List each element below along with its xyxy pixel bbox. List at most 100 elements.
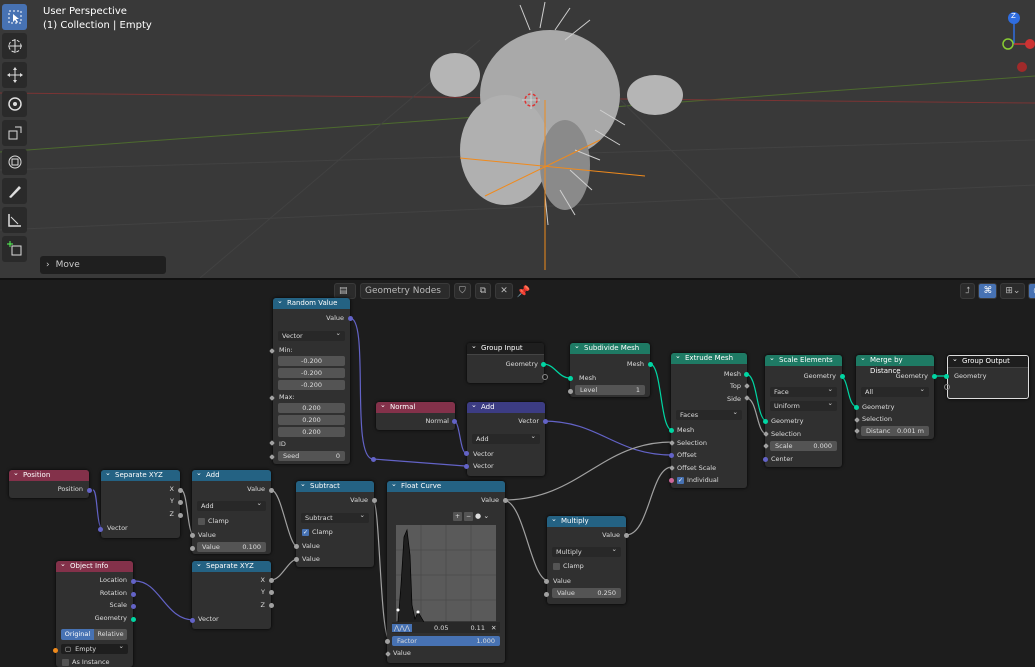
socket[interactable] [190, 546, 195, 551]
level-field[interactable]: Level 1 [575, 385, 645, 395]
operation-dropdown[interactable]: Multiply [552, 545, 621, 557]
operation-dropdown[interactable]: Subtract [301, 511, 369, 523]
socket[interactable] [763, 457, 768, 462]
socket[interactable] [178, 513, 183, 518]
point-x[interactable]: 0.05 [434, 624, 448, 632]
socket[interactable] [178, 500, 183, 505]
socket[interactable] [371, 457, 376, 462]
scale-field[interactable]: Scale 0.000 [770, 441, 837, 451]
socket[interactable] [294, 557, 299, 562]
zoom-out-icon[interactable]: − [464, 512, 473, 521]
factor-field[interactable]: Factor 1.000 [392, 636, 500, 646]
socket[interactable] [98, 527, 103, 532]
min-x-field[interactable]: -0.200 [278, 356, 345, 366]
socket[interactable] [944, 374, 949, 379]
socket[interactable] [542, 374, 548, 380]
operation-dropdown[interactable]: Add [472, 432, 540, 444]
mode-dropdown[interactable]: Faces [676, 408, 742, 420]
node-normal[interactable]: Normal Normal [376, 402, 455, 430]
node-header[interactable]: Subtract [296, 481, 374, 492]
individual-checkbox[interactable]: ✓ Individual [677, 476, 719, 484]
node-header[interactable]: Group Input [467, 343, 544, 355]
node-header[interactable]: Object Info [56, 561, 133, 572]
socket[interactable] [854, 405, 859, 410]
curve-options-icon[interactable]: ● ⌄ [475, 512, 489, 521]
socket[interactable] [669, 428, 674, 433]
node-float-curve[interactable]: Float Curve Value + − ● ⌄ ⋀⋀⋀ 0.05 0.11 … [387, 481, 505, 663]
original-button[interactable]: Original [61, 629, 94, 640]
node-header[interactable]: Add [192, 470, 271, 481]
socket[interactable] [269, 603, 274, 608]
socket[interactable] [840, 374, 845, 379]
node-merge-by-distance[interactable]: Merge by Distance Geometry All Geometry … [856, 355, 934, 439]
node-separate-xyz[interactable]: Separate XYZ X Y Z Vector [101, 470, 180, 538]
node-header[interactable]: Position [9, 470, 89, 481]
socket[interactable] [763, 419, 768, 424]
distance-field[interactable]: Distanc 0.001 m [861, 426, 929, 436]
socket[interactable] [544, 592, 549, 597]
operation-dropdown[interactable]: Add [197, 499, 266, 511]
clamp-checkbox[interactable]: Clamp [198, 517, 229, 525]
socket[interactable] [178, 488, 183, 493]
node-header[interactable]: Group Output [948, 356, 1028, 368]
socket[interactable] [385, 639, 390, 644]
node-extrude-mesh[interactable]: Extrude Mesh Mesh Top Side Faces Mesh Se… [671, 353, 747, 488]
node-header[interactable]: Merge by Distance [856, 355, 934, 375]
socket[interactable] [503, 498, 508, 503]
scale-mode-dropdown[interactable]: Uniform [770, 399, 837, 411]
socket[interactable] [131, 604, 136, 609]
node-object-info[interactable]: Object Info Location Rotation Scale Geom… [56, 561, 133, 667]
socket[interactable] [544, 579, 549, 584]
socket[interactable] [464, 451, 469, 456]
socket[interactable] [269, 578, 274, 583]
max-y-field[interactable]: 0.200 [278, 415, 345, 425]
node-group-output[interactable]: Group Output Geometry [947, 355, 1029, 399]
node-header[interactable]: Scale Elements [765, 355, 842, 366]
socket[interactable] [744, 372, 749, 377]
socket[interactable] [669, 478, 674, 483]
node-header[interactable]: Multiply [547, 516, 626, 527]
node-vector-add[interactable]: Add Vector Add Vector Vector [467, 402, 545, 476]
node-position[interactable]: Position Position [9, 470, 89, 498]
node-random-value[interactable]: Random Value Value Vector Min: -0.200 -0… [273, 298, 350, 464]
socket[interactable] [294, 544, 299, 549]
node-separate-xyz[interactable]: Separate XYZ X Y Z Vector [192, 561, 271, 629]
seed-field[interactable]: Seed 0 [278, 451, 345, 461]
node-group-input[interactable]: Group Input Geometry [467, 343, 544, 383]
socket[interactable] [131, 579, 136, 584]
socket[interactable] [53, 648, 58, 653]
node-math-add[interactable]: Add Value Add Clamp Value Value 0.100 [192, 470, 271, 554]
domain-dropdown[interactable]: Face [770, 385, 837, 397]
socket[interactable] [932, 374, 937, 379]
socket[interactable] [190, 533, 195, 538]
clamp-checkbox[interactable]: ✓ Clamp [302, 528, 333, 536]
min-y-field[interactable]: -0.200 [278, 368, 345, 378]
delete-point-icon[interactable]: ✕ [491, 624, 496, 632]
socket[interactable] [669, 453, 674, 458]
socket[interactable] [568, 389, 573, 394]
socket[interactable] [87, 488, 92, 493]
node-scale-elements[interactable]: Scale Elements Geometry Face Uniform Geo… [765, 355, 842, 467]
socket[interactable] [648, 362, 653, 367]
merge-mode-dropdown[interactable]: All [861, 385, 929, 397]
node-subtract[interactable]: Subtract Value Subtract ✓Clamp Value Val… [296, 481, 374, 567]
relative-button[interactable]: Relative [94, 629, 127, 640]
socket[interactable] [190, 618, 195, 623]
node-header[interactable]: Extrude Mesh [671, 353, 747, 364]
socket[interactable] [269, 488, 274, 493]
zoom-in-icon[interactable]: + [453, 512, 462, 521]
curve-graph[interactable] [396, 525, 496, 623]
socket[interactable] [269, 590, 274, 595]
socket[interactable] [541, 362, 546, 367]
object-field[interactable]: ▢ Empty [61, 642, 128, 654]
min-z-field[interactable]: -0.200 [278, 380, 345, 390]
max-x-field[interactable]: 0.200 [278, 403, 345, 413]
max-z-field[interactable]: 0.200 [278, 427, 345, 437]
socket[interactable] [464, 464, 469, 469]
socket[interactable] [131, 617, 136, 622]
node-header[interactable]: Add [467, 402, 545, 413]
node-subdivide-mesh[interactable]: Subdivide Mesh Mesh Mesh Level 1 [570, 343, 650, 397]
socket[interactable] [568, 376, 573, 381]
node-multiply[interactable]: Multiply Value Multiply Clamp Value Valu… [547, 516, 626, 604]
node-header[interactable]: Subdivide Mesh [570, 343, 650, 354]
